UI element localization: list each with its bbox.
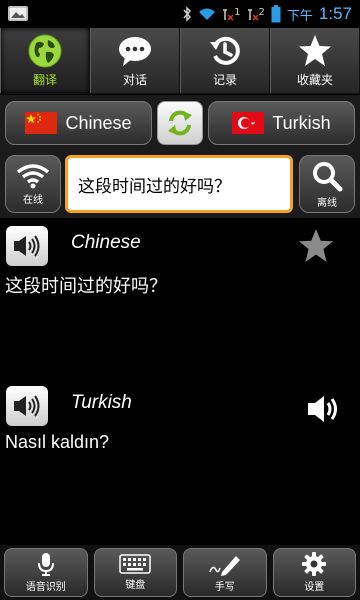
bluetooth-icon — [183, 6, 192, 22]
swap-arrows-icon — [168, 110, 192, 136]
language-selector: Chinese Turkish — [0, 95, 360, 151]
status-bar: 1 2 下午 1:57 — [0, 0, 360, 28]
tab-label: 翻译 — [32, 73, 57, 87]
translation-input-text: 这段时间过的好吗？ — [78, 176, 231, 197]
target-language-label: Turkish — [272, 112, 331, 133]
sim1-label: 1 — [234, 7, 241, 18]
input-row: 在线 这段时间过的好吗？ 离线 — [0, 151, 360, 218]
tab-conversation[interactable]: 对话 — [90, 28, 180, 93]
wifi-icon — [199, 8, 216, 20]
voice-input-label: 语音识别 — [25, 582, 66, 593]
swap-languages-button[interactable] — [157, 101, 203, 145]
history-clock-icon — [207, 33, 243, 69]
handwriting-button[interactable]: 手写 — [183, 548, 267, 597]
speaker-icon — [14, 395, 40, 417]
keyboard-label: 键盘 — [125, 580, 146, 591]
input-method-toolbar: 语音识别 键盘 手写 设置 — [0, 545, 360, 600]
sim1-signal-icon: 1 — [222, 7, 241, 21]
turkey-flag-icon — [232, 112, 265, 134]
source-speak-button[interactable] — [6, 226, 48, 266]
tab-label: 收藏夹 — [296, 73, 333, 87]
microphone-icon — [37, 553, 54, 576]
target-result: Turkish Nasıl kaldın? — [0, 378, 360, 488]
source-result: Chinese 这段时间过的好吗？ — [0, 218, 360, 328]
translation-input[interactable]: 这段时间过的好吗？ — [65, 155, 293, 213]
offline-label: 离线 — [317, 197, 337, 209]
settings-label: 设置 — [304, 582, 325, 593]
tab-label: 记录 — [212, 73, 237, 87]
favorite-star-icon[interactable] — [298, 228, 334, 264]
online-label: 在线 — [23, 194, 43, 206]
tab-history[interactable]: 记录 — [180, 28, 270, 93]
gallery-notification-icon — [8, 6, 28, 21]
tab-favorites[interactable]: 收藏夹 — [270, 28, 360, 93]
chat-bubble-icon — [117, 33, 153, 69]
speaker-icon — [14, 235, 40, 257]
system-tray: 1 2 下午 1:57 — [182, 0, 352, 28]
search-icon — [313, 161, 343, 191]
target-language-button[interactable]: Turkish — [208, 101, 355, 145]
source-text: 这段时间过的好吗？ — [5, 276, 167, 296]
settings-gear-icon — [302, 552, 327, 576]
target-speak-button[interactable] — [6, 386, 48, 426]
source-language-name: Chinese — [71, 232, 141, 253]
keyboard-button[interactable]: 键盘 — [93, 548, 177, 597]
target-language-name: Turkish — [71, 392, 132, 413]
globe-icon — [27, 33, 63, 69]
clock-time: 1:57 — [318, 4, 352, 23]
tab-translate[interactable]: 翻译 — [0, 28, 90, 93]
source-language-button[interactable]: Chinese — [5, 101, 152, 145]
clock-ampm: 下午 — [286, 8, 313, 24]
tab-label: 对话 — [122, 73, 147, 87]
offline-mode-button[interactable]: 离线 — [299, 155, 355, 213]
sim2-label: 2 — [258, 7, 265, 18]
keyboard-icon — [119, 554, 151, 574]
sim2-signal-icon: 2 — [247, 7, 265, 21]
wifi-icon — [16, 163, 50, 188]
source-language-label: Chinese — [65, 112, 132, 133]
battery-icon — [271, 5, 281, 23]
handwriting-pen-icon — [209, 556, 240, 576]
star-icon — [297, 33, 333, 69]
china-flag-icon — [25, 112, 58, 134]
online-mode-button[interactable]: 在线 — [5, 155, 61, 213]
voice-input-button[interactable]: 语音识别 — [4, 548, 88, 597]
translated-text: Nasıl kaldın? — [5, 432, 110, 452]
settings-button[interactable]: 设置 — [272, 548, 356, 597]
main-tabs: 翻译 对话 记录 收藏夹 — [0, 28, 360, 94]
volume-icon[interactable] — [306, 394, 340, 424]
handwriting-label: 手写 — [214, 582, 235, 593]
